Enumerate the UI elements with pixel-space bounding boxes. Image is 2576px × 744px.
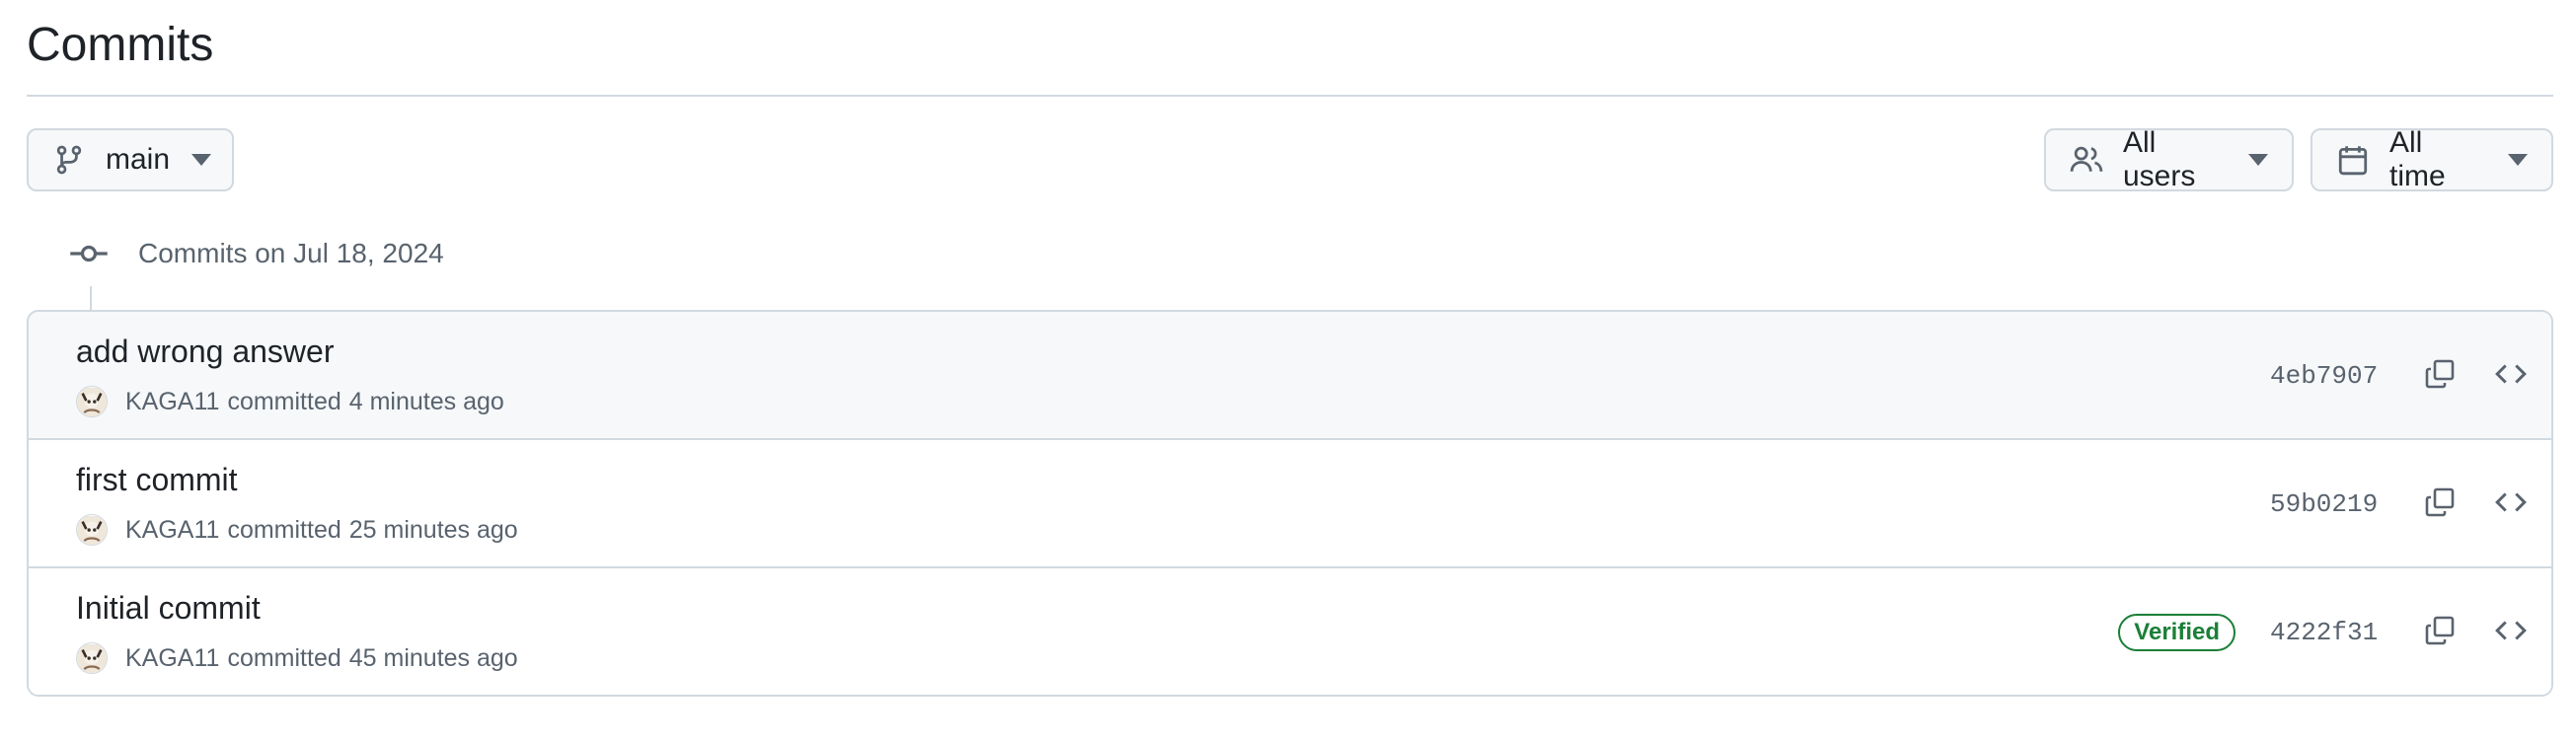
branch-select-button[interactable]: main (27, 128, 234, 191)
commit-time: 45 minutes ago (348, 643, 518, 672)
verified-badge[interactable]: Verified (2118, 614, 2235, 651)
commit-author-link[interactable]: KAGA11 (125, 516, 219, 545)
commit-list: add wrong answer KAGA11 committed 4 minu… (27, 310, 2553, 697)
commit-author-link[interactable]: KAGA11 (125, 388, 219, 416)
people-icon (2070, 143, 2103, 177)
users-label: All users (2123, 126, 2196, 192)
users-filter-button[interactable]: All users (2044, 126, 2294, 192)
commit-verb: committed (227, 387, 341, 415)
commit-time: 25 minutes ago (348, 515, 518, 544)
commit-group-heading: Commits on Jul 18, 2024 (69, 229, 444, 278)
git-commit-icon (69, 234, 109, 273)
copy-icon (2424, 615, 2456, 651)
browse-files-button[interactable] (2489, 354, 2533, 398)
commit-sha-link[interactable]: 4eb7907 (2270, 357, 2378, 395)
commit-row[interactable]: Initial commit KAGA11 committed 45 minut… (29, 568, 2551, 695)
title-divider (27, 95, 2553, 97)
code-icon (2494, 357, 2528, 396)
avatar[interactable] (76, 514, 108, 546)
commit-row[interactable]: first commit KAGA11 committed 25 minutes… (29, 440, 2551, 568)
commit-group-date: Commits on Jul 18, 2024 (138, 238, 444, 268)
commits-page: Commits main All users All time Commits … (0, 0, 2576, 744)
commit-author-link[interactable]: KAGA11 (125, 644, 219, 673)
commit-sha-link[interactable]: 59b0219 (2270, 485, 2378, 523)
commit-title-link[interactable]: Initial commit (76, 590, 261, 627)
caret-down-icon (191, 154, 212, 166)
caret-down-icon (2508, 154, 2528, 166)
calendar-icon (2336, 143, 2370, 177)
time-filter-button[interactable]: All time (2311, 126, 2553, 192)
copy-sha-button[interactable] (2418, 483, 2462, 526)
browse-files-button[interactable] (2489, 483, 2533, 526)
commit-meta: KAGA11 committed 45 minutes ago (76, 641, 518, 675)
time-label: All time (2389, 126, 2446, 192)
commit-meta: KAGA11 committed 25 minutes ago (76, 513, 518, 547)
commit-verb: committed (227, 643, 341, 672)
code-icon (2494, 485, 2528, 524)
git-branch-icon (52, 143, 86, 177)
commit-verb: committed (227, 515, 341, 544)
copy-icon (2424, 486, 2456, 523)
page-title: Commits (27, 19, 214, 71)
commit-sha-link[interactable]: 4222f31 (2270, 614, 2378, 651)
timeline-connector (90, 286, 92, 312)
commit-row[interactable]: add wrong answer KAGA11 committed 4 minu… (29, 312, 2551, 440)
branch-label: main (106, 143, 171, 176)
commit-title-link[interactable]: add wrong answer (76, 334, 334, 370)
commit-title-link[interactable]: first commit (76, 462, 238, 498)
avatar[interactable] (76, 386, 108, 417)
commit-time: 4 minutes ago (348, 387, 504, 415)
copy-sha-button[interactable] (2418, 611, 2462, 654)
code-icon (2494, 614, 2528, 652)
commit-meta: KAGA11 committed 4 minutes ago (76, 385, 504, 418)
caret-down-icon (2248, 154, 2268, 166)
avatar[interactable] (76, 642, 108, 674)
copy-icon (2424, 358, 2456, 395)
browse-files-button[interactable] (2489, 611, 2533, 654)
copy-sha-button[interactable] (2418, 354, 2462, 398)
